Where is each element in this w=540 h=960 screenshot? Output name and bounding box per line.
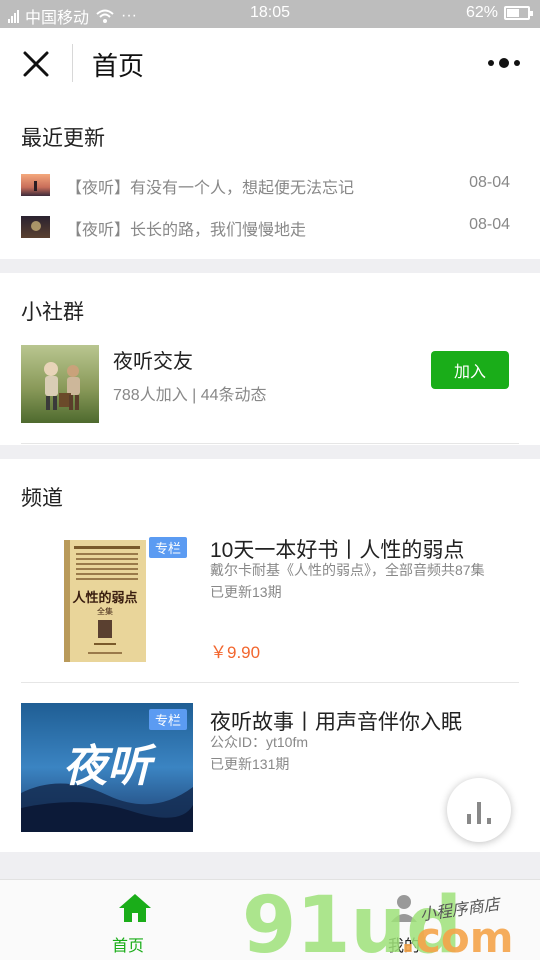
channel-updated: 已更新13期	[210, 584, 282, 600]
more-dot-icon	[499, 58, 509, 68]
status-bar: 中国移动 ··· 18:05 62%	[0, 0, 540, 28]
recent-item-title: 【夜听】有没有一个人，想起便无法忘记	[66, 180, 355, 197]
recent-thumbnail	[21, 216, 50, 238]
watermark-logo: 91ud .com 小程序商店	[242, 882, 513, 960]
divider	[21, 682, 519, 683]
recent-item[interactable]: 【夜听】长长的路，我们慢慢地走 08-04	[0, 208, 540, 248]
tab-home-label: 首页	[112, 938, 145, 955]
group-name: 夜听交友	[113, 351, 193, 373]
channel-description: 戴尔卡耐基《人性的弱点》，全部音频共87集	[210, 562, 485, 578]
book-cover-image: 人性的弱点 全集	[64, 540, 146, 662]
nav-header: 首页	[0, 28, 540, 100]
divider	[21, 443, 519, 444]
close-icon[interactable]	[20, 48, 52, 80]
column-badge: 专栏	[149, 537, 187, 558]
more-dot-icon	[514, 60, 520, 66]
group-avatar[interactable]	[21, 345, 99, 423]
join-button[interactable]: 加入	[431, 351, 509, 389]
status-right: 62%	[465, 4, 533, 22]
channel-updated: 已更新131期	[210, 756, 290, 772]
group-section-title: 小社群	[21, 301, 84, 324]
section-gap	[0, 852, 540, 879]
more-options-button[interactable]	[488, 56, 520, 70]
header-divider	[72, 44, 73, 82]
battery-percent: 62%	[465, 4, 498, 21]
recent-item-date: 08-04	[469, 174, 510, 191]
section-gap	[0, 445, 540, 459]
group-avatar-image	[21, 345, 99, 423]
home-icon	[119, 894, 151, 922]
book-cover-title: 人性的弱点	[72, 590, 137, 606]
channel-section-title: 频道	[21, 487, 63, 510]
recent-item-title: 【夜听】长长的路，我们慢慢地走	[66, 222, 307, 239]
clock: 18:05	[249, 4, 291, 21]
battery-icon	[504, 6, 533, 20]
channel-description: 公众ID：yt10fm	[210, 734, 309, 750]
page-title: 首页	[92, 51, 145, 81]
tab-bar: 首页 我的 91ud .com 小程序商店	[0, 879, 540, 960]
watermark-suffix: .com	[400, 913, 513, 960]
book-cover-subtitle: 全集	[97, 606, 113, 616]
recent-item-date: 08-04	[469, 216, 510, 233]
column-badge: 专栏	[149, 709, 187, 730]
audio-player-button[interactable]	[447, 778, 511, 842]
section-gap	[0, 259, 540, 273]
recent-section-title: 最近更新	[21, 127, 105, 150]
channel-card[interactable]: 人性的弱点 全集 专栏 10天一本好书丨人性的弱点 戴尔卡耐基《人性的弱点》，全…	[0, 528, 540, 678]
group-stats: 788人加入 | 44条动态	[113, 387, 267, 404]
channel-price: ￥9.90	[210, 643, 261, 662]
more-dot-icon	[488, 60, 494, 66]
recent-item[interactable]: 【夜听】有没有一个人，想起便无法忘记 08-04	[0, 166, 540, 206]
audio-bars-icon	[467, 802, 491, 824]
channel-cover-text: 夜听	[63, 741, 157, 792]
recent-thumbnail	[21, 174, 50, 196]
